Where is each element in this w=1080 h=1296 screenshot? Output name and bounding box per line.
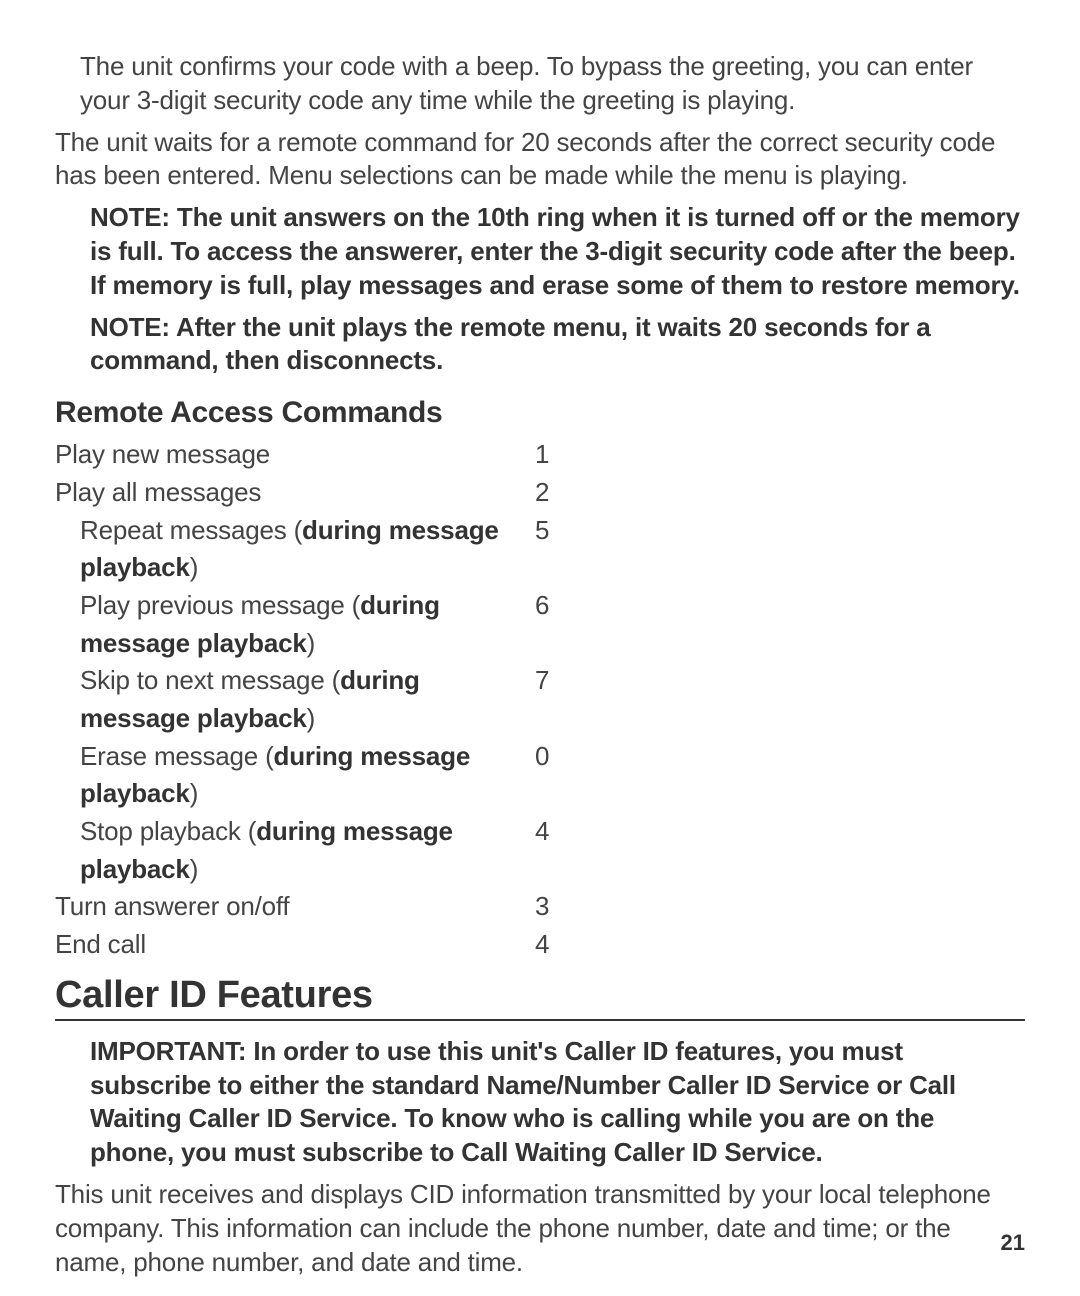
command-label-pre: Play new message [55, 439, 270, 469]
command-label-pre: Stop playback ( [80, 816, 256, 846]
command-row: Erase message (during message playback)0 [80, 738, 1025, 813]
command-label: Turn answerer on/off [55, 888, 535, 926]
caller-id-paragraph-1: This unit receives and displays CID info… [55, 1178, 1025, 1279]
command-label: Repeat messages (during message playback… [80, 512, 535, 587]
command-label: Stop playback (during message playback) [80, 813, 535, 888]
command-label-pre: Skip to next message ( [80, 665, 340, 695]
command-label-pre: Play all messages [55, 477, 261, 507]
caller-id-heading: Caller ID Features [55, 974, 1025, 1021]
command-code: 4 [535, 926, 575, 964]
caller-id-important: IMPORTANT: In order to use this unit's C… [90, 1035, 1025, 1170]
command-label: Play new message [55, 436, 535, 474]
command-label-post: ) [307, 628, 315, 658]
remote-access-heading: Remote Access Commands [55, 396, 1025, 430]
command-label-pre: Turn answerer on/off [55, 891, 289, 921]
command-code: 7 [535, 662, 575, 737]
command-row: Play all messages 2 [55, 474, 1025, 512]
command-label-post: ) [190, 854, 198, 884]
command-label: Play all messages [55, 474, 535, 512]
command-label: Play previous message (during message pl… [80, 587, 535, 662]
command-label: Erase message (during message playback) [80, 738, 535, 813]
command-label: End call [55, 926, 535, 964]
note-2: NOTE: After the unit plays the remote me… [90, 311, 1025, 379]
command-row: Repeat messages (during message playback… [80, 512, 1025, 587]
note-1: NOTE: The unit answers on the 10th ring … [90, 201, 1025, 302]
command-row: Turn answerer on/off 3 [55, 888, 1025, 926]
command-row: Play new message 1 [55, 436, 1025, 474]
command-label-pre: Repeat messages ( [80, 515, 302, 545]
page-number: 21 [1001, 1230, 1025, 1256]
command-code: 0 [535, 738, 575, 813]
command-code: 4 [535, 813, 575, 888]
manual-page: The unit confirms your code with a beep.… [0, 0, 1080, 1296]
remote-commands-table: Play new message1Play all messages2Repea… [55, 436, 1025, 964]
command-code: 5 [535, 512, 575, 587]
command-label-pre: Erase message ( [80, 741, 274, 771]
command-row: Stop playback (during message playback)4 [80, 813, 1025, 888]
command-row: Play previous message (during message pl… [80, 587, 1025, 662]
command-label-pre: End call [55, 929, 146, 959]
command-label-post: ) [307, 703, 315, 733]
command-row: Skip to next message (during message pla… [80, 662, 1025, 737]
command-label-post: ) [190, 778, 198, 808]
command-code: 6 [535, 587, 575, 662]
intro-paragraph-1: The unit confirms your code with a beep.… [80, 50, 1025, 118]
command-code: 2 [535, 474, 575, 512]
command-code: 1 [535, 436, 575, 474]
command-code: 3 [535, 888, 575, 926]
intro-paragraph-2: The unit waits for a remote command for … [55, 126, 1025, 194]
command-row: End call 4 [55, 926, 1025, 964]
command-label-pre: Play previous message ( [80, 590, 360, 620]
command-label-post: ) [190, 552, 198, 582]
command-label: Skip to next message (during message pla… [80, 662, 535, 737]
